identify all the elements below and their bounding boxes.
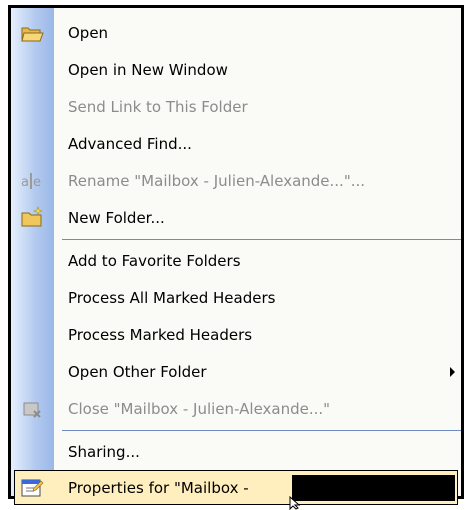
menu-item-close-mailbox: Close "Mailbox - Julien-Alexande..." <box>11 390 461 427</box>
redaction-bar <box>292 475 455 501</box>
mouse-cursor-icon <box>289 496 301 510</box>
context-menu: Open Open in New Window Send Link to Thi… <box>8 5 464 505</box>
svg-text:e: e <box>33 175 41 190</box>
menu-item-advanced-find[interactable]: Advanced Find... <box>11 125 461 162</box>
menu-item-label: Open Other Folder <box>68 362 207 381</box>
menu-item-label: Properties for "Mailbox - <box>68 478 249 497</box>
menu-separator <box>62 239 461 240</box>
menu-item-label: Advanced Find... <box>68 134 192 153</box>
menu-item-rename: a e Rename "Mailbox - Julien-Alexande...… <box>11 162 461 199</box>
open-folder-icon <box>21 27 44 41</box>
menu-item-open-in-new-window[interactable]: Open in New Window <box>11 51 461 88</box>
menu-item-process-all-marked-headers[interactable]: Process All Marked Headers <box>11 279 461 316</box>
submenu-arrow-icon <box>450 366 455 377</box>
menu-separator <box>62 430 461 431</box>
menu-item-label: Open <box>68 23 109 42</box>
new-folder-icon <box>21 205 43 226</box>
menu-item-open[interactable]: Open <box>11 14 461 51</box>
menu-item-label: Send Link to This Folder <box>68 97 248 116</box>
menu-item-properties[interactable]: Properties for "Mailbox - <box>14 470 458 505</box>
menu-item-label: New Folder... <box>68 208 165 227</box>
svg-text:a: a <box>21 175 29 190</box>
menu-item-process-marked-headers[interactable]: Process Marked Headers <box>11 316 461 353</box>
menu-item-send-link: Send Link to This Folder <box>11 88 461 125</box>
menu-item-label: Rename "Mailbox - Julien-Alexande..."... <box>68 171 366 190</box>
menu-item-sharing[interactable]: Sharing... <box>11 433 461 470</box>
rename-icon: a e <box>21 172 41 190</box>
menu-item-label: Process All Marked Headers <box>68 288 276 307</box>
menu-item-label: Add to Favorite Folders <box>68 251 241 270</box>
menu-item-open-other-folder[interactable]: Open Other Folder <box>11 353 461 390</box>
properties-icon <box>21 479 44 496</box>
menu-item-label: Close "Mailbox - Julien-Alexande..." <box>68 399 331 418</box>
menu-item-label: Open in New Window <box>68 60 228 79</box>
menu-item-add-to-favorites[interactable]: Add to Favorite Folders <box>11 242 461 279</box>
menu-item-label: Sharing... <box>68 442 140 461</box>
menu-item-new-folder[interactable]: New Folder... <box>11 199 461 236</box>
close-folder-icon <box>23 402 41 418</box>
menu-item-label: Process Marked Headers <box>68 325 253 344</box>
